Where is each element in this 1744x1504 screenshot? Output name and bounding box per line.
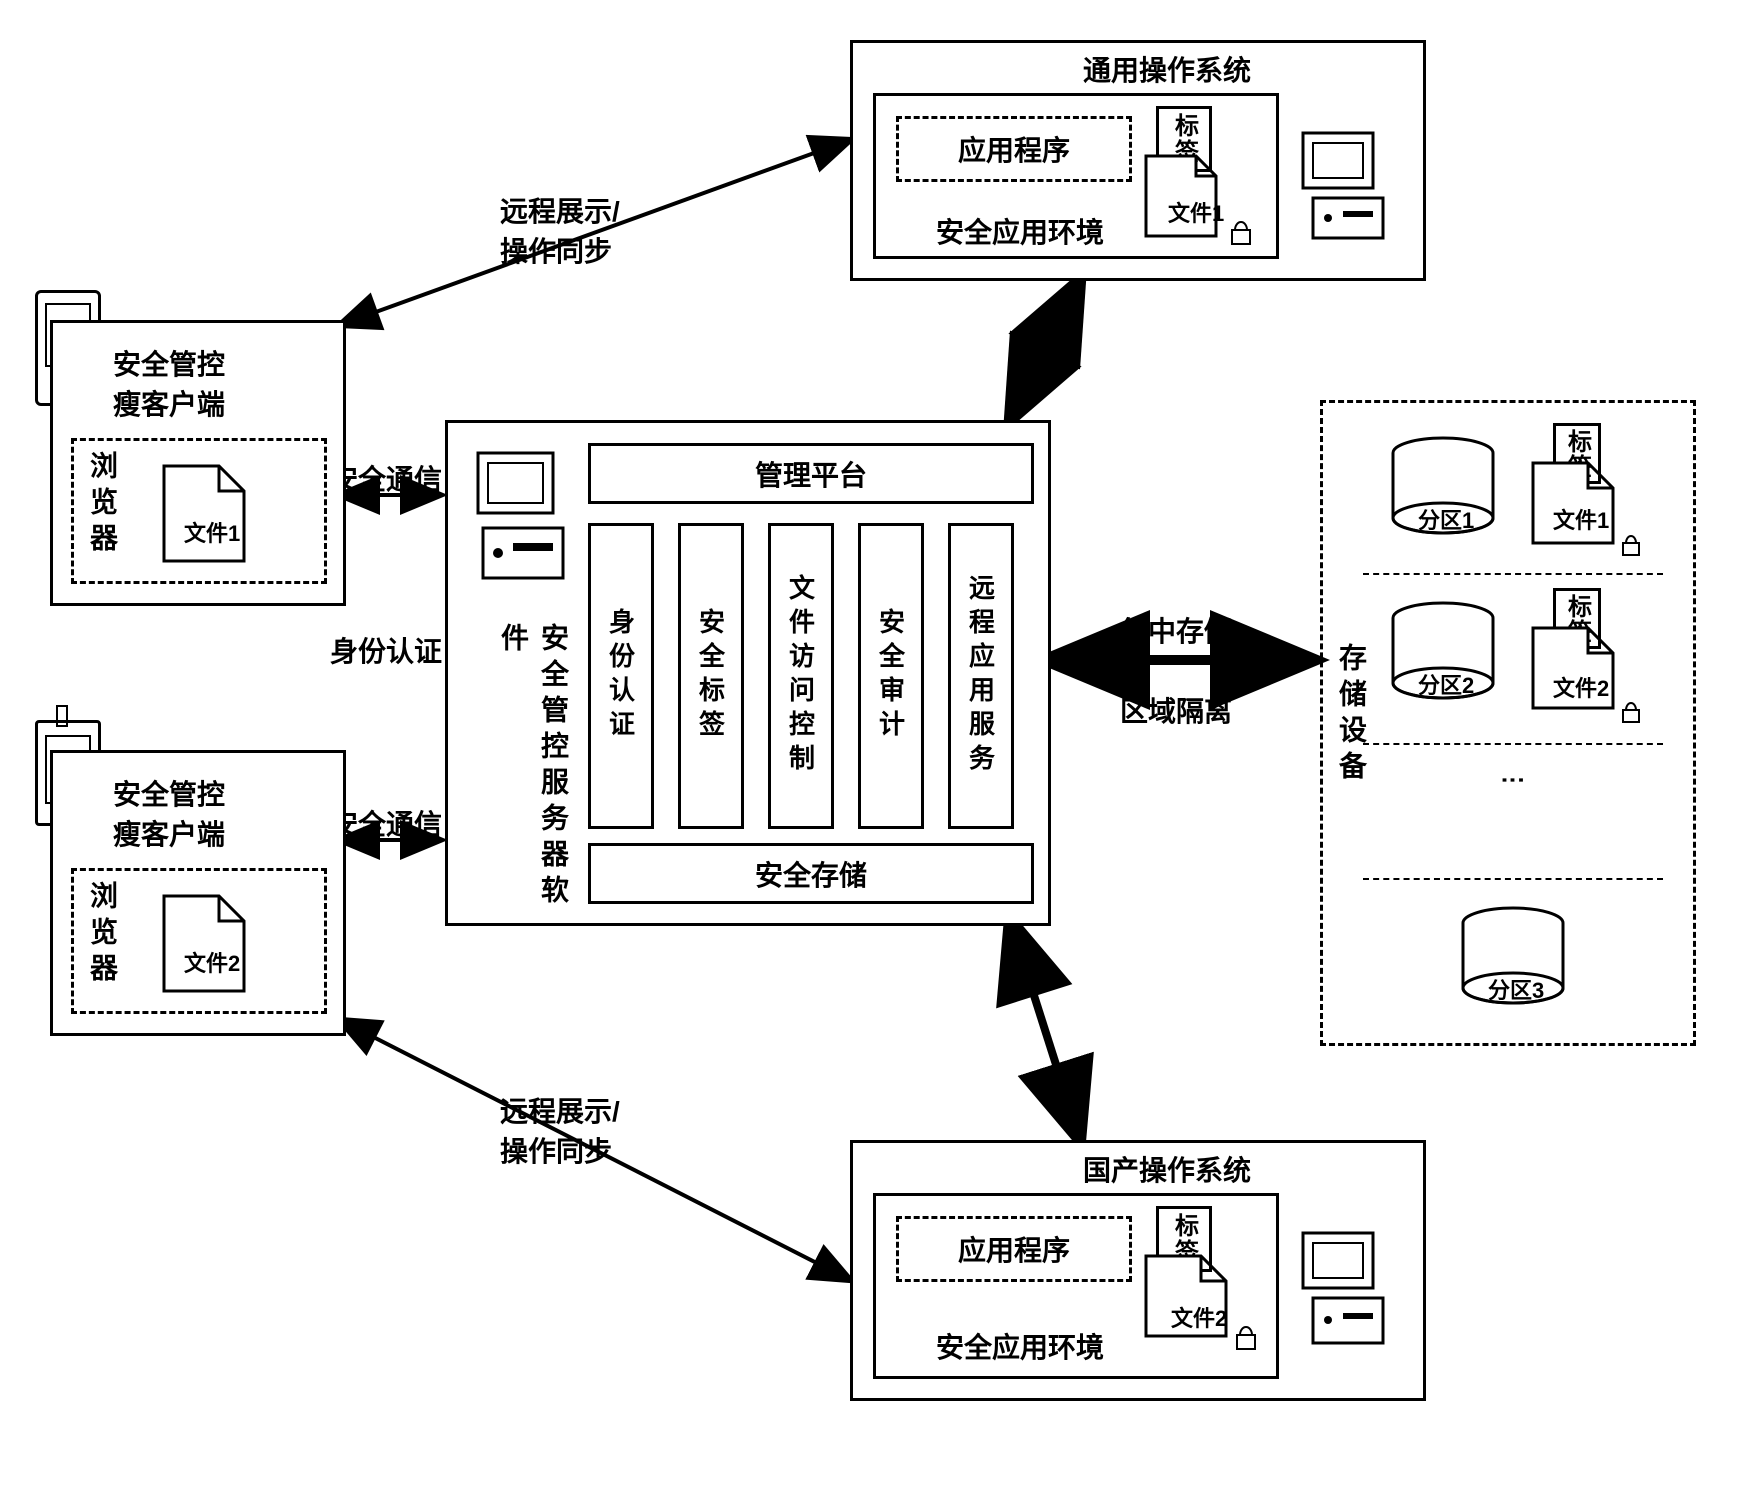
- client2-title-2: 瘦客户端: [113, 813, 225, 853]
- server-software-label: 安全管控服务器软件: [493, 623, 573, 923]
- pillar-audit: 安全审计: [858, 523, 924, 829]
- lock-icon: [1618, 698, 1644, 724]
- top-file-label: 文件1: [1168, 196, 1224, 228]
- p1-label: 分区1: [1418, 503, 1474, 535]
- pillar-label: 安全标签: [678, 523, 744, 829]
- server-box: 安全管控服务器软件 管理平台 身份认证 安全标签 文件访问控制 安全审计 远程应…: [445, 420, 1051, 926]
- bottom-app-box: 应用程序: [896, 1216, 1132, 1282]
- label-id-auth: 身份认证: [330, 630, 442, 670]
- top-app-box: 应用程序: [896, 116, 1132, 182]
- client1-box: 安全管控 瘦客户端 浏览器 文件1: [50, 320, 346, 606]
- label-central-store: 集中存储: [1120, 610, 1232, 650]
- label-remote-sync-2: 远程展示/操作同步: [500, 1090, 620, 1170]
- client2-browser-box: 浏览器 文件2: [71, 868, 327, 1014]
- label-zone-isolate: 区域隔离: [1120, 690, 1232, 730]
- secure-storage-bar: 安全存储: [588, 843, 1034, 904]
- label-secure-comm-2: 安全通信: [330, 803, 442, 843]
- client2-title-1: 安全管控: [113, 773, 225, 813]
- lock-icon: [1226, 216, 1256, 246]
- storage-device-box: 存储设备 分区1 标签 文件1 分区2 标签 文件2 ⋮ 分区3: [1320, 400, 1696, 1046]
- bottom-env-label: 安全应用环境: [936, 1326, 1104, 1366]
- pillar-file-access: 文件访问控制: [768, 523, 834, 829]
- browser-label: 浏览器: [82, 451, 122, 559]
- server-icon: [1293, 123, 1403, 253]
- top-env-label: 安全应用环境: [936, 211, 1104, 251]
- label-remote-sync-1: 远程展示/操作同步: [500, 190, 620, 270]
- top-system-title: 通用操作系统: [1083, 49, 1251, 89]
- bottom-system-box: 国产操作系统 应用程序 安全应用环境 标签 文件2: [850, 1140, 1426, 1401]
- pillar-remote-app: 远程应用服务: [948, 523, 1014, 829]
- bottom-system-title: 国产操作系统: [1083, 1149, 1251, 1189]
- server-icon: [468, 443, 578, 593]
- client2-box: 安全管控 瘦客户端 浏览器 文件2: [50, 750, 346, 1036]
- browser-label: 浏览器: [82, 881, 122, 989]
- lock-icon: [1618, 531, 1644, 557]
- top-system-box: 通用操作系统 应用程序 安全应用环境 标签 文件1: [850, 40, 1426, 281]
- p3-label: 分区3: [1488, 973, 1544, 1005]
- storage-title: 存储设备: [1331, 643, 1371, 787]
- platform-bar: 管理平台: [588, 443, 1034, 504]
- label-secure-comm-1: 安全通信: [330, 458, 442, 498]
- pillar-identity: 身份认证: [588, 523, 654, 829]
- server-icon: [1293, 1223, 1403, 1363]
- file-icon: [1523, 618, 1623, 718]
- f1-label: 文件1: [1553, 503, 1609, 535]
- p2-label: 分区2: [1418, 668, 1474, 700]
- file-icon: [154, 886, 254, 1001]
- file-icon: [154, 456, 254, 571]
- f2-label: 文件2: [1553, 671, 1609, 703]
- bottom-file-label: 文件2: [1171, 1301, 1227, 1333]
- client1-title-2: 瘦客户端: [113, 383, 225, 423]
- top-env-box: 应用程序 安全应用环境 标签 文件1: [873, 93, 1279, 259]
- client1-title-1: 安全管控: [113, 343, 225, 383]
- lock-icon: [1231, 1321, 1261, 1351]
- client1-file: 文件1: [184, 516, 240, 548]
- client1-browser-box: 浏览器 文件1: [71, 438, 327, 584]
- ellipsis-dots: ⋮: [1498, 768, 1526, 802]
- client2-file: 文件2: [184, 946, 240, 978]
- bottom-env-box: 应用程序 安全应用环境 标签 文件2: [873, 1193, 1279, 1379]
